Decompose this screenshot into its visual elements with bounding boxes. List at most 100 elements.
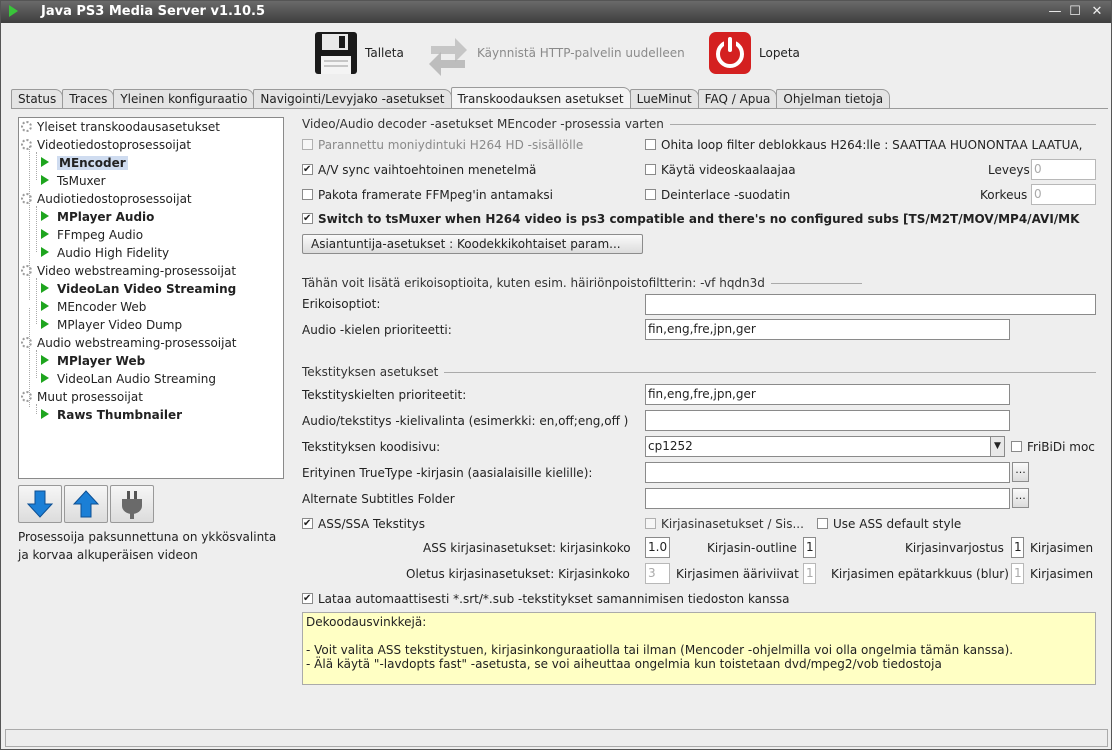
restart-label: Käynnistä HTTP-palvelin uudelleen [477, 46, 685, 60]
quit-button[interactable]: Lopeta [707, 25, 800, 81]
scaler-checkbox[interactable]: Käytä videoskaalaajaa [645, 162, 796, 178]
default-font-label: Oletus kirjasinasetukset: Kirjasinkoko [406, 567, 630, 581]
tab-general-config[interactable]: Yleinen konfiguraatio [113, 89, 255, 108]
default-font-size-field[interactable]: 3 [645, 563, 670, 584]
codepage-select[interactable]: cp1252 ▼ [645, 436, 1005, 457]
tab-faq[interactable]: FAQ / Apua [697, 89, 778, 108]
tree-item-video-web-engines[interactable]: Video webstreaming-prosessoijat [21, 263, 236, 280]
shadow-field[interactable]: 1 [1011, 537, 1024, 558]
checkbox-box [302, 189, 313, 200]
sub-lang-field[interactable]: fin,eng,fre,jpn,ger [645, 384, 1010, 405]
autoload-subs-label: Lataa automaattisesti *.srt/*.sub -tekst… [318, 592, 790, 606]
checkbox-box [1011, 441, 1022, 452]
alt-folder-browse-button[interactable]: ... [1012, 488, 1029, 508]
audio-sub-field[interactable] [645, 410, 1010, 431]
tree-item-video-engines[interactable]: Videotiedostoprosessoijat [21, 137, 191, 154]
play-icon [41, 157, 49, 167]
avsync-checkbox[interactable]: A/V sync vaihtoehtoinen menetelmä [302, 162, 536, 178]
gear-icon [21, 193, 32, 204]
tab-about[interactable]: Ohjelman tietoja [776, 89, 891, 108]
tree-item-audio-web-engines[interactable]: Audio webstreaming-prosessoijat [21, 335, 237, 352]
tree-item-ffmpeg-audio[interactable]: FFmpeg Audio [41, 227, 143, 244]
chevron-down-icon[interactable]: ▼ [990, 437, 1004, 456]
tab-readme[interactable]: LueMinut [629, 89, 699, 108]
tips-line2: - Älä käytä "-lavdopts fast" -asetusta, … [306, 657, 942, 671]
alt-folder-label: Alternate Subtitles Folder [302, 492, 455, 506]
window-title: Java PS3 Media Server v1.10.5 [41, 4, 266, 19]
border-field[interactable]: 1 [803, 563, 816, 584]
truetype-field[interactable] [645, 462, 1010, 483]
skip-loop-filter-checkbox[interactable]: Ohita loop filter deblokkaus H264:lle : … [645, 137, 1096, 153]
tab-bar: Status Traces Yleinen konfiguraatio Navi… [11, 87, 891, 109]
font-settings-checkbox[interactable]: Kirjasinasetukset / Sis... [645, 516, 804, 532]
play-icon [41, 319, 49, 329]
tree-item-vlc-video[interactable]: VideoLan Video Streaming [41, 281, 236, 298]
toggle-engine-button[interactable] [110, 485, 154, 523]
blur-field[interactable]: 1 [1011, 563, 1024, 584]
tree-item-mencoder[interactable]: MEncoder [41, 155, 128, 172]
arrow-up-icon [72, 490, 100, 518]
tree-item-vlc-audio[interactable]: VideoLan Audio Streaming [41, 371, 216, 388]
ass-checkbox[interactable]: ASS/SSA Tekstitys [302, 516, 425, 532]
force-framerate-checkbox[interactable]: Pakota framerate FFMpeg'in antamaksi [302, 187, 553, 203]
custom-options-label: Erikoisoptiot: [302, 297, 381, 311]
force-framerate-label: Pakota framerate FFMpeg'in antamaksi [318, 188, 553, 202]
custom-options-field[interactable] [645, 294, 1096, 315]
ass-font-size-field[interactable]: 1.0 [645, 537, 670, 558]
outline-field[interactable]: 1 [803, 537, 816, 558]
tips-spacer [306, 629, 1092, 643]
alt-folder-field[interactable] [645, 488, 1010, 509]
tree-item-tsmuxer[interactable]: TsMuxer [41, 173, 106, 190]
height-field[interactable]: 0 [1031, 184, 1096, 205]
audio-lang-label: Audio -kielen prioriteetti: [302, 323, 452, 337]
expert-settings-button[interactable]: Asiantuntija-asetukset : Koodekkikohtais… [302, 234, 643, 254]
play-icon [41, 283, 49, 293]
tips-title: Dekoodausvinkkejä: [306, 615, 427, 629]
title-bar[interactable]: Java PS3 Media Server v1.10.5 — ☐ ✕ [1, 1, 1111, 23]
tree-guide [36, 206, 37, 252]
move-down-button[interactable] [18, 485, 62, 523]
truetype-browse-button[interactable]: ... [1012, 462, 1029, 482]
checkbox-box [645, 139, 656, 150]
tree-guide [36, 152, 37, 180]
minimize-icon[interactable]: — [1047, 4, 1063, 20]
power-icon [709, 32, 751, 74]
tsmuxer-switch-checkbox[interactable]: Switch to tsMuxer when H264 video is ps3… [302, 211, 1096, 227]
tree-item-audio-hifi[interactable]: Audio High Fidelity [41, 245, 169, 262]
arrow-down-icon [26, 490, 54, 518]
tab-navigation-share[interactable]: Navigointi/Levyjako -asetukset [253, 89, 452, 108]
deinterlace-checkbox[interactable]: Deinterlace -suodatin [645, 187, 790, 203]
width-field[interactable]: 0 [1031, 159, 1096, 180]
tree-item-audio-engines[interactable]: Audiotiedostoprosessoijat [21, 191, 192, 208]
engine-tree[interactable]: Yleiset transkoodausasetukset Videotiedo… [18, 117, 284, 479]
tree-item-mplayer-web[interactable]: MPlayer Web [41, 353, 145, 370]
tree-item-mplayer-dump[interactable]: MPlayer Video Dump [41, 317, 182, 334]
tree-item-general[interactable]: Yleiset transkoodausasetukset [21, 119, 220, 136]
tree-guide [36, 350, 37, 378]
tree-note-line2: ja korvaa alkuperäisen videon [18, 548, 198, 562]
tree-item-raws[interactable]: Raws Thumbnailer [41, 407, 182, 424]
tree-item-mplayer-audio[interactable]: MPlayer Audio [41, 209, 154, 226]
audio-lang-field[interactable]: fin,eng,fre,jpn,ger [645, 319, 1010, 340]
maximize-icon[interactable]: ☐ [1067, 4, 1083, 20]
play-icon [41, 211, 49, 221]
section-divider [669, 123, 1096, 125]
save-button[interactable]: Talleta [313, 25, 404, 81]
section-divider [444, 371, 1096, 373]
gear-icon [21, 121, 32, 132]
tab-transcoding[interactable]: Transkoodauksen asetukset [450, 87, 631, 108]
save-label: Talleta [365, 46, 404, 60]
codepage-value: cp1252 [648, 439, 693, 453]
move-up-button[interactable] [64, 485, 108, 523]
fribidi-checkbox[interactable]: FriBiDi moc [1011, 439, 1096, 455]
ass-default-checkbox[interactable]: Use ASS default style [817, 516, 961, 532]
close-icon[interactable]: ✕ [1089, 4, 1105, 20]
restart-http-button[interactable]: Käynnistä HTTP-palvelin uudelleen [425, 25, 685, 81]
checkbox-box [302, 211, 313, 227]
autoload-subs-checkbox[interactable]: Lataa automaattisesti *.srt/*.sub -tekst… [302, 591, 790, 607]
tab-traces[interactable]: Traces [62, 89, 115, 108]
tab-status[interactable]: Status [11, 89, 64, 108]
tree-item-mencoder-web[interactable]: MEncoder Web [41, 299, 146, 316]
multithread-checkbox[interactable]: Parannettu moniydintuki H264 HD -sisällö… [302, 137, 583, 153]
tree-item-other-engines[interactable]: Muut prosessoijat [21, 389, 143, 406]
